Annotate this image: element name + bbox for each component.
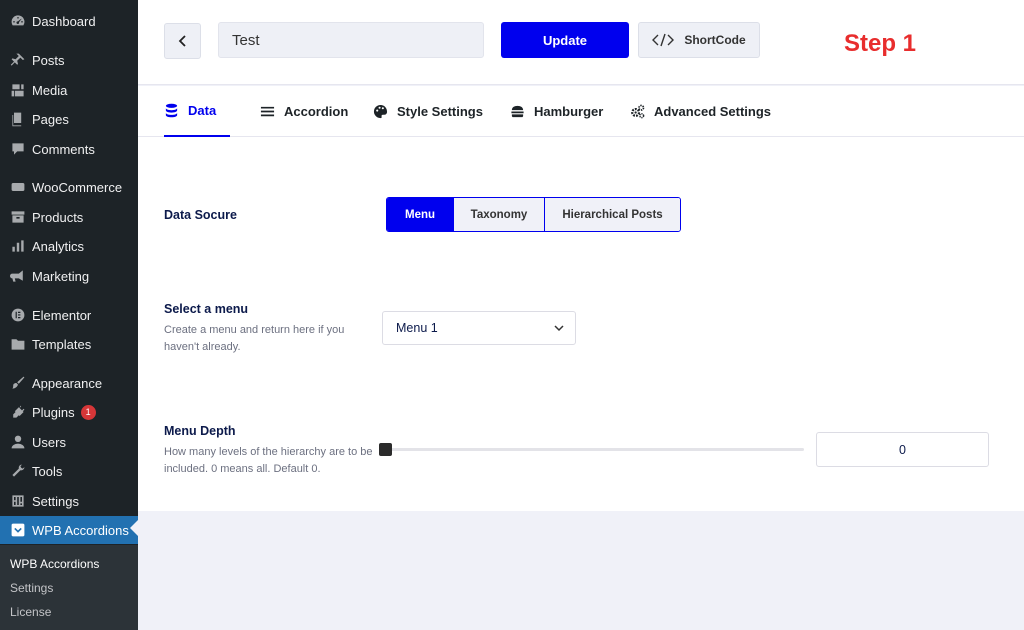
- gears-icon: [631, 104, 645, 119]
- submenu-item-wpb-accordions[interactable]: WPB Accordions: [10, 557, 99, 571]
- chevron-left-icon: [178, 35, 186, 47]
- sidebar-item-pages[interactable]: Pages: [0, 105, 138, 133]
- plugin-icon: [8, 402, 28, 422]
- user-icon: [8, 432, 28, 452]
- sidebar-item-label: Posts: [32, 52, 65, 68]
- tab-label: Data: [188, 103, 217, 118]
- submenu-item-settings[interactable]: Settings: [10, 581, 53, 595]
- chevron-box-icon: [8, 520, 28, 540]
- select-menu-label: Select a menu: [164, 302, 249, 316]
- menu-depth-description: How many levels of the hierarchy are to …: [164, 446, 373, 475]
- sidebar-item-products[interactable]: Products: [0, 203, 138, 231]
- sidebar-item-wpb-accordions[interactable]: WPB Accordions: [0, 516, 138, 544]
- sidebar-item-appearance[interactable]: Appearance: [0, 369, 138, 397]
- sidebar-item-templates[interactable]: Templates: [0, 330, 138, 358]
- bar-chart-icon: [8, 236, 28, 256]
- code-icon: [652, 33, 675, 47]
- data-source-label: Data Socure: [164, 208, 237, 222]
- hamburger-icon: [511, 105, 524, 118]
- sidebar-item-label: Analytics: [32, 238, 85, 254]
- tab-label: Advanced Settings: [654, 104, 772, 119]
- settings-panel: Data Accordion Style Settings Hamburger …: [138, 86, 1024, 511]
- sidebar-item-label: WPB Accordions: [32, 522, 129, 538]
- tab-advanced-settings[interactable]: Advanced Settings: [630, 86, 771, 137]
- data-source-option-menu[interactable]: Menu: [387, 198, 453, 231]
- wrench-icon: [8, 461, 28, 481]
- menu-depth-slider-track[interactable]: [382, 448, 804, 451]
- sidebar-item-label: Marketing: [32, 268, 90, 284]
- submenu-item-license[interactable]: License: [10, 605, 51, 619]
- data-source-option-hierarchical-posts[interactable]: Hierarchical Posts: [544, 198, 680, 231]
- brush-icon: [8, 373, 28, 393]
- step-label: Step 1: [844, 30, 917, 57]
- sidebar-item-settings[interactable]: Settings: [0, 487, 138, 515]
- tab-data[interactable]: Data: [164, 86, 231, 137]
- shortcode-button[interactable]: ShortCode: [638, 22, 760, 58]
- comment-icon: [8, 139, 28, 159]
- sidebar-item-label: Pages: [32, 111, 69, 127]
- sidebar-item-label: WooCommerce: [32, 179, 123, 195]
- tab-label: Hamburger: [534, 104, 604, 119]
- sidebar-item-media[interactable]: Media: [0, 76, 138, 104]
- menu-depth-input[interactable]: [816, 432, 989, 467]
- active-indicator-arrow: [130, 520, 138, 536]
- archive-icon: [8, 207, 28, 227]
- sidebar-item-comments[interactable]: Comments: [0, 135, 138, 163]
- sidebar-item-label: Dashboard: [32, 13, 96, 29]
- tab-label: Accordion: [284, 104, 349, 119]
- sidebar-item-label: Tools: [32, 463, 63, 479]
- sidebar-item-users[interactable]: Users: [0, 428, 138, 456]
- pages-icon: [8, 109, 28, 129]
- tab-hamburger[interactable]: Hamburger: [510, 86, 603, 137]
- sidebar-item-label: Comments: [32, 141, 95, 157]
- shortcode-label: ShortCode: [684, 33, 746, 47]
- sidebar-item-posts[interactable]: Posts: [0, 46, 138, 74]
- woocommerce-icon: [8, 177, 28, 197]
- sidebar-item-label: Media: [32, 82, 68, 98]
- sidebar-item-woocommerce[interactable]: WooCommerce: [0, 173, 138, 201]
- sidebar-item-label: Appearance: [32, 375, 103, 391]
- elementor-icon: [8, 305, 28, 325]
- sidebar-item-analytics[interactable]: Analytics: [0, 232, 138, 260]
- pin-icon: [8, 50, 28, 70]
- palette-icon: [373, 104, 388, 119]
- sidebar-item-label: Settings: [32, 493, 79, 509]
- megaphone-icon: [8, 266, 28, 286]
- tab-label: Style Settings: [397, 104, 483, 119]
- tab-style-settings[interactable]: Style Settings: [373, 86, 483, 137]
- sidebar-item-label: Plugins: [32, 404, 75, 420]
- sidebar-item-dashboard[interactable]: Dashboard: [0, 7, 138, 35]
- sidebar-item-label: Users: [32, 434, 66, 450]
- data-source-option-taxonomy[interactable]: Taxonomy: [453, 198, 544, 231]
- back-button[interactable]: [164, 23, 201, 59]
- update-button[interactable]: Update: [501, 22, 629, 58]
- title-input[interactable]: [218, 22, 484, 58]
- sidebar-item-label: Products: [32, 209, 84, 225]
- dashboard-icon: [8, 11, 28, 31]
- sidebar-item-plugins[interactable]: Plugins 1: [0, 398, 138, 426]
- sidebar-submenu: WPB Accordions Settings License: [0, 545, 138, 630]
- list-icon: [260, 106, 275, 117]
- sidebar-item-label: Elementor: [32, 307, 92, 323]
- sidebar-item-label: Templates: [32, 336, 92, 352]
- database-icon: [165, 103, 178, 118]
- tab-accordion[interactable]: Accordion: [260, 86, 348, 137]
- sidebar-item-tools[interactable]: Tools: [0, 457, 138, 485]
- chevron-down-icon: [554, 325, 564, 332]
- update-count-badge: 1: [80, 404, 96, 420]
- sidebar-item-elementor[interactable]: Elementor: [0, 301, 138, 329]
- menu-depth-slider-thumb[interactable]: [379, 443, 392, 456]
- settings-icon: [8, 491, 28, 511]
- menu-select-value: Menu 1: [396, 321, 438, 335]
- sidebar-item-marketing[interactable]: Marketing: [0, 262, 138, 290]
- menu-depth-label: Menu Depth: [164, 424, 236, 438]
- data-source-segmented-control: Menu Taxonomy Hierarchical Posts: [386, 197, 681, 232]
- folder-icon: [8, 334, 28, 354]
- select-menu-description: Create a menu and return here if you hav…: [164, 324, 345, 353]
- settings-tabs: Data Accordion Style Settings Hamburger …: [138, 86, 1024, 137]
- menu-select[interactable]: Menu 1: [382, 311, 576, 345]
- media-icon: [8, 80, 28, 100]
- editor-header: Update ShortCode Step 1: [138, 0, 1024, 85]
- admin-sidebar: Dashboard Posts Media Pages Comments Woo…: [0, 0, 138, 630]
